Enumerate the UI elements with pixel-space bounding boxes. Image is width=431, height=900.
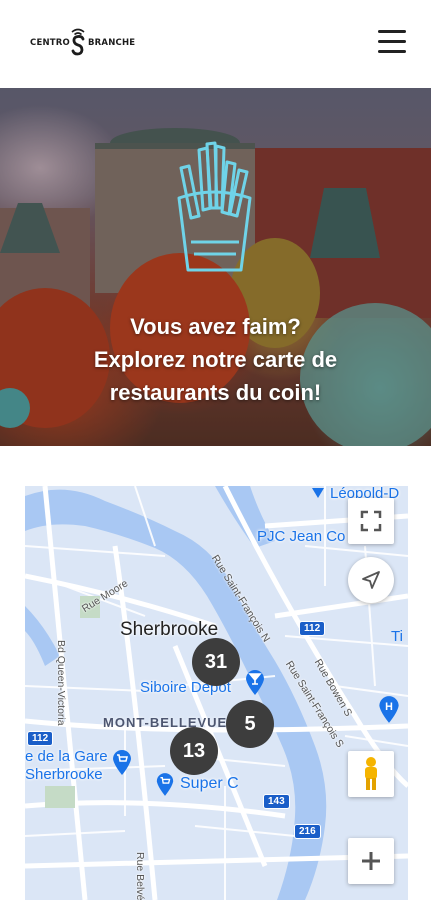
hospital-pin-icon[interactable]: H	[377, 694, 401, 724]
fullscreen-button[interactable]	[348, 498, 394, 544]
zoom-in-button[interactable]	[348, 838, 394, 884]
s-wifi-logo-icon	[71, 28, 85, 56]
map-cluster-marker[interactable]: 31	[192, 638, 240, 686]
hero-banner: Vous avez faim? Explorez notre carte de …	[0, 88, 431, 446]
route-shield: 216	[294, 824, 321, 839]
map-place-superc[interactable]: Super C	[180, 775, 239, 793]
gare-line-1: e de la Gare	[25, 748, 108, 765]
route-shield: 143	[263, 794, 290, 809]
hero-line-2: Explorez notre carte de	[93, 347, 338, 372]
map-city-label: Sherbrooke	[120, 619, 219, 640]
fries-icon	[177, 141, 252, 272]
restaurants-map[interactable]: Léopold-D PJC Jean Co Ti Rue Moore Bd Qu…	[25, 486, 408, 900]
site-logo[interactable]: CENTRO BRANCHE	[28, 26, 140, 60]
route-shield: 112	[299, 621, 326, 636]
shopping-pin-icon[interactable]	[111, 748, 133, 776]
fullscreen-icon	[360, 510, 382, 532]
location-arrow-icon	[362, 571, 380, 589]
plus-icon	[362, 852, 380, 870]
hamburger-menu-icon[interactable]	[376, 30, 408, 56]
map-place-pjc[interactable]: PJC Jean Co	[257, 528, 345, 545]
street-view-button[interactable]	[348, 751, 394, 797]
poi-pin-icon[interactable]	[310, 486, 326, 502]
map-place-gare[interactable]: e de la Gare Sherbrooke	[25, 748, 108, 784]
street-label: Rue Belvéd	[134, 852, 146, 900]
map-cluster-marker[interactable]: 5	[226, 700, 274, 748]
svg-text:H: H	[385, 701, 393, 713]
hero-headline: Vous avez faim? Explorez notre carte de …	[30, 310, 401, 409]
map-place-ti[interactable]: Ti	[391, 628, 403, 645]
hero-line-1: Vous avez faim?	[130, 314, 301, 339]
pegman-icon	[365, 757, 377, 790]
hero-line-3: restaurants du coin!	[109, 380, 322, 405]
logo-text-left: CENTRO	[30, 38, 70, 48]
bar-pin-icon[interactable]	[244, 668, 266, 696]
logo-text-right: BRANCHE	[88, 38, 136, 48]
street-label: Bd Queen-Victoria	[55, 640, 67, 726]
route-shield: 112	[27, 731, 54, 746]
site-header: CENTRO BRANCHE	[0, 0, 431, 88]
gare-line-2: Sherbrooke	[25, 766, 103, 783]
map-cluster-marker[interactable]: 13	[170, 727, 218, 775]
map-district-label: MONT-BELLEVUE	[103, 715, 228, 730]
shopping-pin-icon[interactable]	[155, 771, 175, 797]
my-location-button[interactable]	[348, 557, 394, 603]
